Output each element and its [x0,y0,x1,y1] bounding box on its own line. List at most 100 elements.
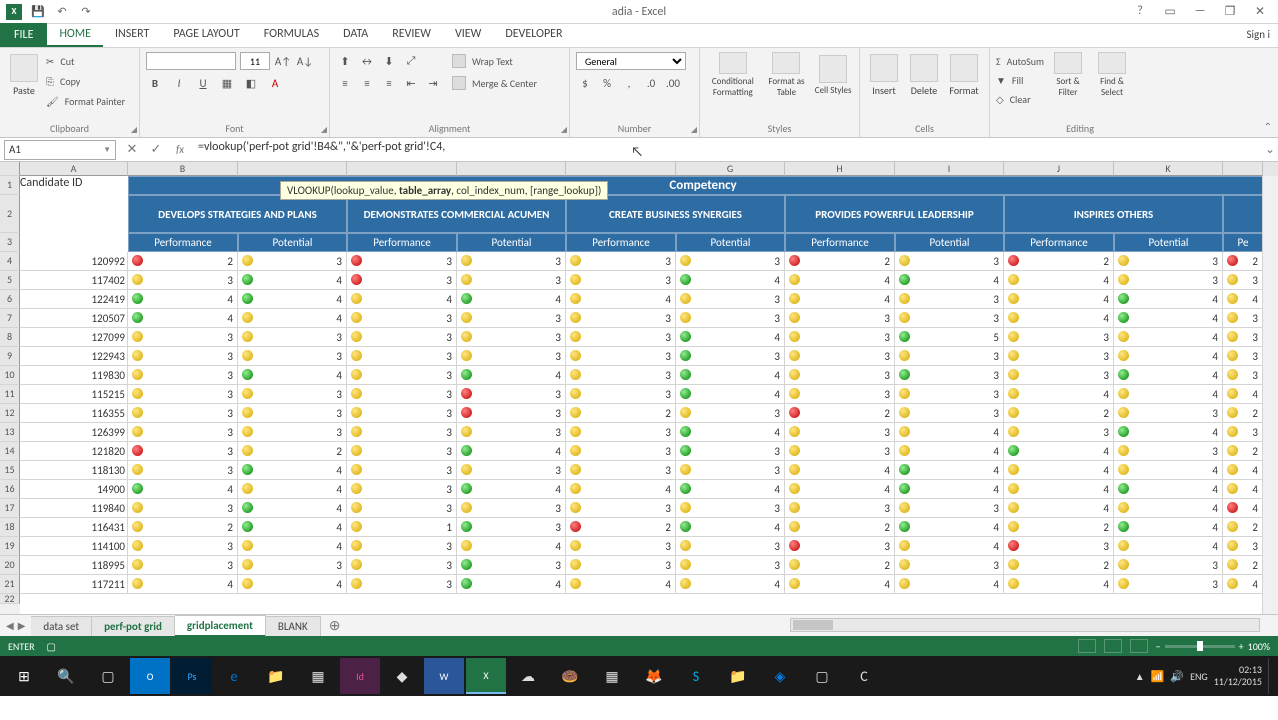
cell-value[interactable]: 3 [566,423,676,442]
tray-language[interactable]: ENG [1190,670,1208,683]
cell-value[interactable]: 3 [347,575,457,594]
cell-value[interactable]: 3 [347,556,457,575]
cell-value[interactable]: 3 [676,537,785,556]
cell-value[interactable]: 2 [1223,252,1263,271]
view-page-layout-icon[interactable] [1104,639,1122,653]
cell-candidate-id[interactable]: 116431 [20,518,128,537]
cell-value[interactable]: 3 [1004,537,1114,556]
cell-value[interactable]: 3 [457,328,566,347]
cell-value[interactable]: 4 [347,290,457,309]
cell-value[interactable]: 2 [1004,556,1114,575]
conditional-formatting-button[interactable]: Conditional Formatting [706,52,760,98]
ribbon-options-icon[interactable]: ▭ [1160,4,1180,19]
name-box[interactable]: A1▼ [4,140,116,160]
tab-view[interactable]: VIEW [443,23,493,47]
cell-candidate-id[interactable]: 114100 [20,537,128,556]
cell-value[interactable]: 3 [457,347,566,366]
data-row[interactable]: 12241944444343444 [20,290,1278,309]
cell-value[interactable]: 3 [1223,271,1263,290]
cell-value[interactable]: 3 [128,461,238,480]
cell-value[interactable]: 3 [1223,423,1263,442]
column-header[interactable] [566,162,676,176]
cell-value[interactable]: 3 [785,385,895,404]
taskbar-app3-icon[interactable]: ☁ [508,658,548,694]
cell-value[interactable]: 2 [1223,442,1263,461]
data-row[interactable]: 12709933333435343 [20,328,1278,347]
data-row[interactable]: 12050744333333443 [20,309,1278,328]
cell-value[interactable]: 4 [785,290,895,309]
taskbar-edge-icon[interactable]: e [214,658,254,694]
cell-value[interactable]: 4 [238,290,347,309]
taskbar-indesign-icon[interactable]: Id [340,658,380,694]
cell-value[interactable]: 4 [1004,461,1114,480]
sheet-tab-data-set[interactable]: data set [31,616,92,636]
cell-value[interactable]: 3 [457,309,566,328]
cell-candidate-id[interactable]: 127099 [20,328,128,347]
cell-value[interactable]: 3 [1114,442,1223,461]
cell-candidate-id[interactable]: 119830 [20,366,128,385]
cell-value[interactable]: 4 [1004,499,1114,518]
taskbar-app-icon[interactable]: ▦ [298,658,338,694]
cell-value[interactable]: 4 [1004,385,1114,404]
align-left-icon[interactable]: ≡ [336,74,354,92]
align-top-icon[interactable]: ⬆ [336,52,354,70]
cell-value[interactable]: 4 [457,366,566,385]
cell-value[interactable]: 3 [238,347,347,366]
cell-value[interactable]: 3 [347,366,457,385]
column-header[interactable]: H [785,162,895,176]
taskbar-skype-icon[interactable]: S [676,658,716,694]
cell-value[interactable]: 3 [238,252,347,271]
row-header[interactable]: 1 [0,176,20,195]
tab-home[interactable]: HOME [47,23,103,47]
cell-candidate-id[interactable]: 118130 [20,461,128,480]
cell-value[interactable]: 3 [347,271,457,290]
cell-value[interactable]: 3 [238,423,347,442]
data-row[interactable]: 11984034333333444 [20,499,1278,518]
cell-value[interactable]: 4 [1004,575,1114,594]
tab-formulas[interactable]: FORMULAS [252,23,331,47]
cell-value[interactable]: 3 [128,556,238,575]
cell-value[interactable]: 3 [895,499,1004,518]
underline-button[interactable]: U [194,74,212,92]
row-header[interactable]: 4 [0,252,20,271]
cell-value[interactable]: 2 [238,442,347,461]
cell-value[interactable]: 3 [895,347,1004,366]
cell-value[interactable]: 3 [128,423,238,442]
taskbar-file-explorer-icon[interactable]: 📁 [256,658,296,694]
cell-value[interactable]: 4 [238,366,347,385]
cell-value[interactable]: 3 [238,404,347,423]
column-header[interactable] [457,162,566,176]
cell-value[interactable]: 3 [785,442,895,461]
cell-value[interactable]: 4 [676,423,785,442]
row-header[interactable]: 14 [0,442,20,461]
cell-value[interactable]: 3 [1223,328,1263,347]
cell-value[interactable]: 4 [1004,290,1114,309]
fill-button[interactable]: ▼Fill [996,71,1044,89]
merge-center-button[interactable]: Merge & Center [452,74,537,92]
accounting-icon[interactable]: $ [576,74,594,92]
cell-value[interactable]: 3 [347,537,457,556]
zoom-in-icon[interactable]: + [1239,640,1244,653]
new-sheet-button[interactable]: ⊕ [321,617,349,635]
column-header[interactable]: J [1004,162,1114,176]
cell-value[interactable]: 3 [895,366,1004,385]
row-header[interactable]: 7 [0,309,20,328]
cell-value[interactable]: 3 [676,252,785,271]
formula-input[interactable]: =vlookup('perf-pot grid'!B4&","&'perf-po… [192,140,1262,160]
tab-developer[interactable]: DEVELOPER [493,23,574,47]
wrap-text-button[interactable]: Wrap Text [452,52,537,70]
cell-value[interactable]: 2 [566,518,676,537]
cell-value[interactable]: 4 [128,480,238,499]
cell-value[interactable]: 3 [1004,366,1114,385]
cell-value[interactable]: 4 [1114,309,1223,328]
cell-candidate-id[interactable]: 121820 [20,442,128,461]
grow-font-icon[interactable]: A↑ [274,52,292,70]
cell-value[interactable]: 3 [128,537,238,556]
cell-value[interactable]: 3 [566,499,676,518]
cell-value[interactable]: 3 [457,499,566,518]
format-button[interactable]: Format [946,52,982,98]
cell-candidate-id[interactable]: 120507 [20,309,128,328]
data-row[interactable]: 11983034343433343 [20,366,1278,385]
cell-value[interactable]: 3 [1114,556,1223,575]
cell-candidate-id[interactable]: 126399 [20,423,128,442]
